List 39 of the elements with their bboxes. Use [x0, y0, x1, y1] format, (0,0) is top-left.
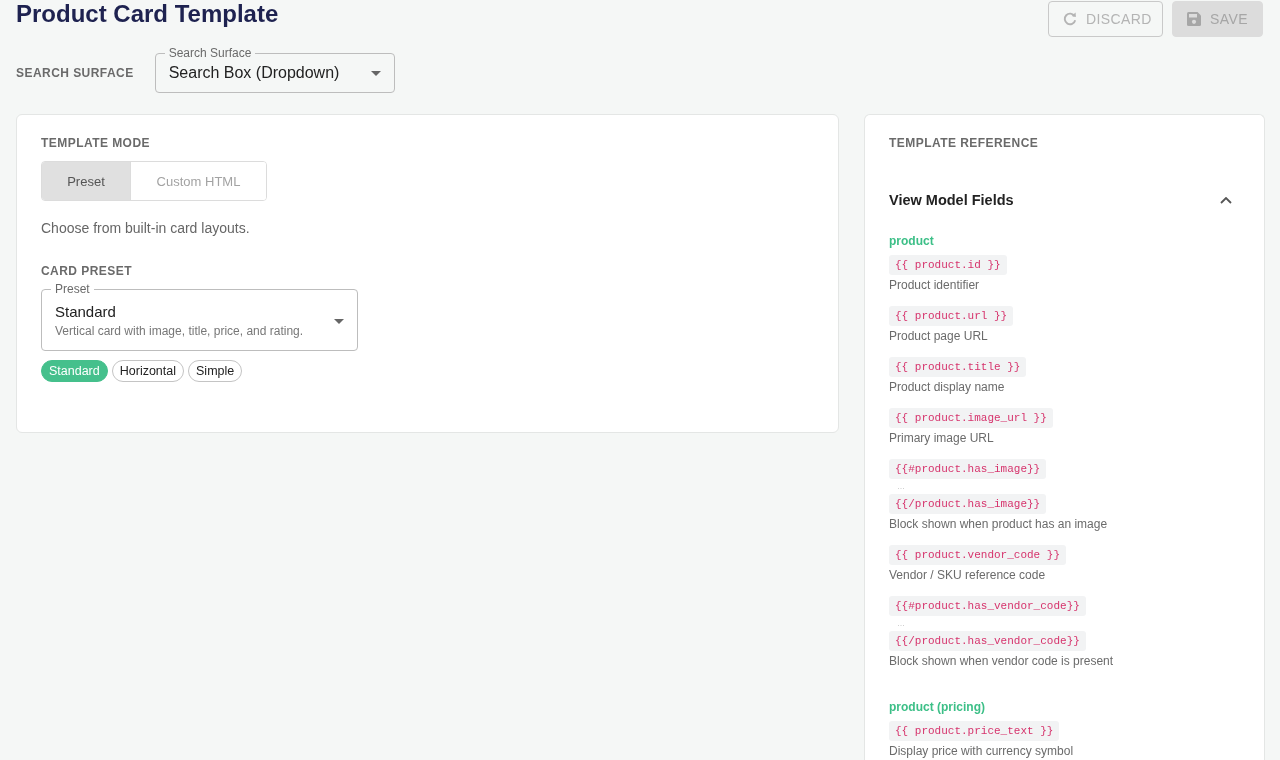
- preset-chip[interactable]: Horizontal: [111, 360, 184, 382]
- code-snippet: {{ product.title }}: [889, 357, 1027, 377]
- refresh-icon: [1063, 12, 1077, 26]
- field-description: Product identifier: [889, 278, 980, 293]
- section-heading: TEMPLATE MODE: [41, 135, 151, 151]
- helper-text: Choose from built-in card layouts.: [41, 219, 251, 238]
- chevron-icon[interactable]: [1220, 196, 1232, 204]
- code-snippet: {{ product.image_url }}: [889, 408, 1053, 428]
- code-snippet: {{#product.has_vendor_code}}: [889, 596, 1086, 616]
- ellipsis-text: …: [896, 481, 905, 493]
- field-description: Display price with currency symbol: [889, 744, 1074, 759]
- code-snippet: {{ product.vendor_code }}: [889, 545, 1067, 565]
- caret-down-icon: [370, 70, 381, 76]
- mode-toggle[interactable]: Preset: [42, 162, 131, 200]
- field-description: Vendor / SKU reference code: [889, 568, 1046, 583]
- option-description: Vertical card with image, title, price, and rating.: [55, 323, 304, 339]
- section-label: SEARCH SURFACE: [16, 65, 134, 81]
- accordion-title: View Model Fields: [889, 191, 1014, 210]
- group-label: product: [889, 233, 935, 249]
- field-description: Block shown when vendor code is present: [889, 654, 1114, 669]
- field-description: Product display name: [889, 380, 1005, 395]
- section-heading: TEMPLATE REFERENCE: [889, 135, 1040, 151]
- field-description: Block shown when product has an image: [889, 517, 1108, 532]
- ellipsis-text: …: [896, 618, 905, 630]
- caret-down-icon: [334, 318, 344, 324]
- field-label: Search Surface: [164, 46, 256, 60]
- section-heading: CARD PRESET: [41, 263, 133, 279]
- code-snippet: {{/product.has_image}}: [889, 494, 1047, 514]
- code-snippet: {{/product.has_vendor_code}}: [889, 631, 1086, 651]
- code-snippet: {{#product.has_image}}: [889, 459, 1047, 479]
- field-label: Preset: [51, 282, 94, 296]
- code-snippet: {{ product.price_text }}: [889, 721, 1060, 741]
- field-description: Product page URL: [889, 329, 988, 344]
- page-title: Product Card Template: [16, 0, 279, 28]
- code-snippet: {{ product.id }}: [889, 255, 1007, 275]
- group-label: product (pricing): [889, 699, 986, 715]
- preset-chip[interactable]: Simple: [188, 360, 243, 382]
- field-description: Primary image URL: [889, 431, 994, 446]
- code-snippet: {{ product.url }}: [889, 306, 1014, 326]
